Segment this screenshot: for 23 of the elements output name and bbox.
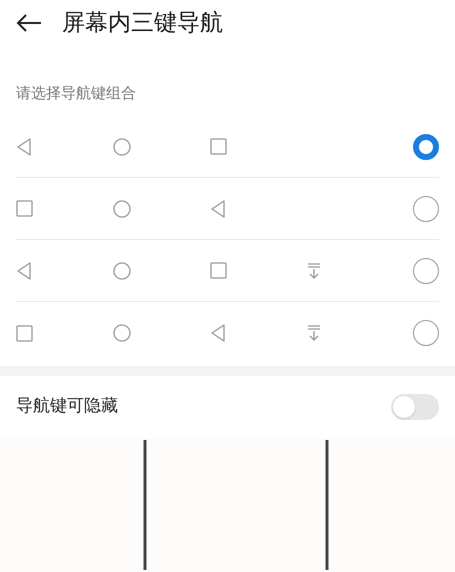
triangle-icon [210, 324, 226, 342]
toggle-switch[interactable] [391, 394, 439, 420]
section-title: 请选择导航键组合 [15, 83, 137, 104]
square-icon [16, 324, 33, 342]
square-icon [210, 262, 227, 279]
circle-icon [113, 324, 131, 342]
page-title: 屏幕内三键导航 [62, 8, 223, 38]
setting-label: 导航键可隐藏 [16, 395, 118, 418]
back-arrow-icon[interactable] [16, 13, 42, 33]
circle-icon [113, 262, 131, 280]
circle-icon [113, 138, 131, 156]
square-icon [210, 138, 227, 155]
down-arrow-icon [307, 325, 321, 341]
square-icon [16, 200, 33, 217]
triangle-icon [16, 138, 32, 156]
down-arrow-icon [307, 262, 321, 278]
circle-icon [113, 200, 131, 218]
radio-button[interactable] [413, 258, 439, 284]
radio-button[interactable] [413, 196, 439, 222]
radio-button[interactable] [413, 320, 439, 346]
triangle-icon [210, 200, 226, 218]
triangle-icon [16, 262, 32, 280]
radio-button[interactable] [413, 134, 439, 160]
